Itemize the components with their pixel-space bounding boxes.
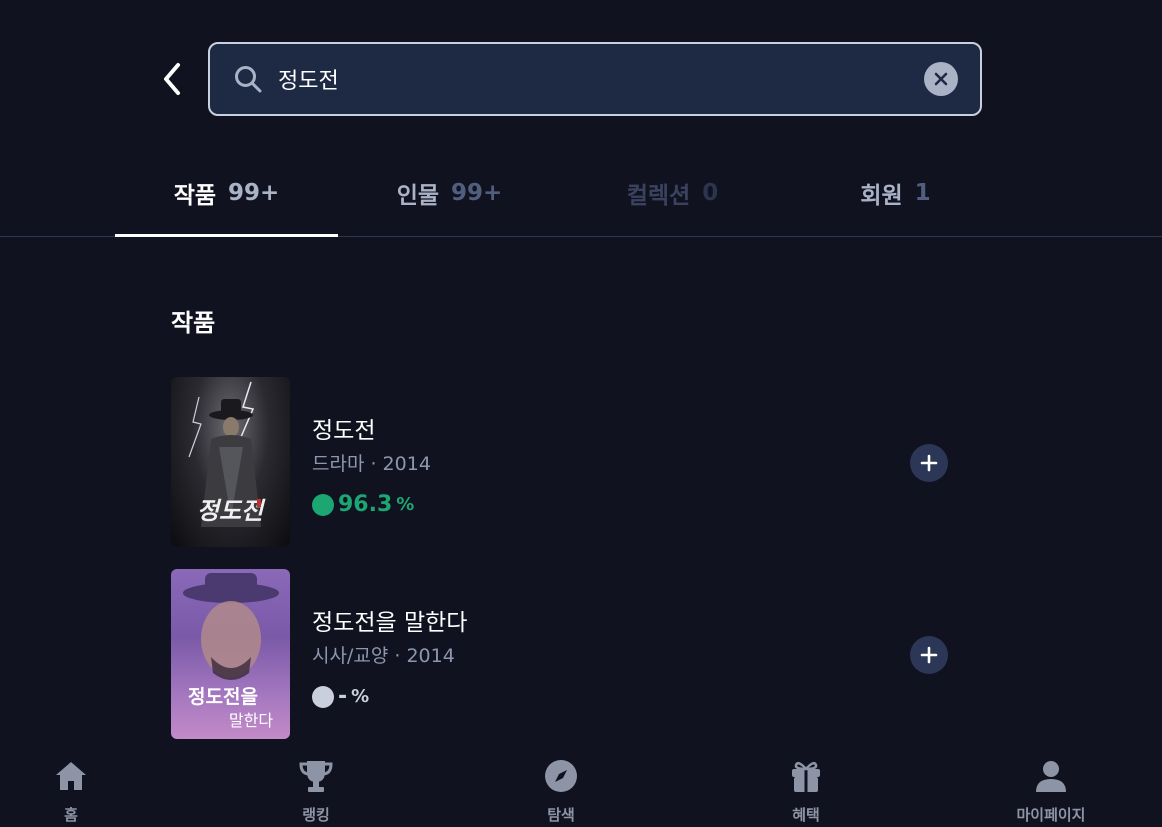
poster-title-text: 정도전 bbox=[197, 496, 266, 525]
bottom-navigation: 홈 랭킹 탐색 혜택 마이페이지 bbox=[0, 748, 1162, 827]
close-icon bbox=[934, 72, 948, 86]
home-icon bbox=[54, 756, 88, 796]
nav-home-label: 홈 bbox=[64, 806, 78, 824]
plus-icon bbox=[920, 454, 938, 472]
item-title: 정도전 bbox=[312, 418, 376, 444]
trophy-icon bbox=[298, 756, 334, 796]
poster-image: 정도전을 말한다 bbox=[171, 569, 290, 739]
nav-ranking-label: 랭킹 bbox=[302, 806, 330, 824]
nav-explore[interactable]: 탐색 bbox=[501, 756, 621, 825]
tab-members-label: 회원 bbox=[860, 183, 903, 209]
tab-works[interactable]: 작품 99+ bbox=[115, 150, 338, 236]
score-unit: % bbox=[396, 494, 415, 515]
item-title: 정도전을 말한다 bbox=[312, 610, 468, 636]
score-indicator-dot bbox=[312, 685, 334, 708]
list-item[interactable]: 정도전을 말한다 정도전을 말한다 시사/교양 · 2014 - % bbox=[171, 569, 951, 741]
compass-icon bbox=[543, 756, 579, 796]
nav-ranking[interactable]: 랭킹 bbox=[256, 756, 376, 825]
poster-subtitle-text: 말한다 bbox=[229, 711, 273, 730]
list-item[interactable]: 정도전 정도전 드라마 · 2014 96.3 % bbox=[171, 377, 951, 549]
tab-collections-label: 컬렉션 bbox=[626, 183, 691, 209]
add-button[interactable] bbox=[910, 444, 948, 482]
nav-explore-label: 탐색 bbox=[547, 806, 575, 824]
item-meta: 시사/교양 · 2014 bbox=[312, 645, 455, 667]
person-icon bbox=[1033, 756, 1069, 796]
nav-mypage-label: 마이페이지 bbox=[1016, 806, 1086, 824]
active-tab-indicator bbox=[115, 234, 338, 237]
nav-benefits-label: 혜택 bbox=[792, 806, 820, 824]
score-value: - bbox=[338, 684, 348, 709]
tab-works-label: 작품 bbox=[173, 183, 217, 209]
search-results-page: 작품 99+ 인물 99+ 컬렉션 0 회원 1 작품 bbox=[0, 0, 1162, 827]
tab-members-count: 1 bbox=[914, 180, 931, 206]
clear-search-button[interactable] bbox=[924, 62, 958, 96]
back-button[interactable] bbox=[154, 58, 190, 100]
nav-mypage[interactable]: 마이페이지 bbox=[991, 756, 1111, 825]
score-indicator-dot bbox=[312, 493, 334, 516]
score-value: 96.3 bbox=[338, 492, 393, 517]
item-score: 96.3 % bbox=[312, 492, 414, 517]
search-icon bbox=[232, 63, 264, 95]
poster-image: 정도전 bbox=[171, 377, 290, 547]
poster-title-text: 정도전을 bbox=[188, 686, 258, 708]
tab-people[interactable]: 인물 99+ bbox=[338, 150, 561, 236]
search-input[interactable] bbox=[278, 66, 924, 92]
search-bar[interactable] bbox=[208, 42, 982, 116]
gift-icon bbox=[788, 756, 824, 796]
tab-members[interactable]: 회원 1 bbox=[784, 150, 1007, 236]
result-tabs: 작품 99+ 인물 99+ 컬렉션 0 회원 1 bbox=[0, 150, 1162, 237]
item-score: - % bbox=[312, 684, 369, 709]
tab-collections[interactable]: 컬렉션 0 bbox=[561, 150, 784, 236]
plus-icon bbox=[920, 646, 938, 664]
tab-people-label: 인물 bbox=[396, 183, 440, 209]
score-unit: % bbox=[351, 686, 370, 707]
section-title: 작품 bbox=[171, 309, 216, 337]
tab-collections-count: 0 bbox=[702, 180, 719, 206]
chevron-left-icon bbox=[164, 63, 180, 95]
tab-works-count: 99+ bbox=[228, 180, 280, 206]
item-meta: 드라마 · 2014 bbox=[312, 453, 431, 475]
tab-people-count: 99+ bbox=[451, 180, 503, 206]
add-button[interactable] bbox=[910, 636, 948, 674]
nav-home[interactable]: 홈 bbox=[11, 756, 131, 825]
nav-benefits[interactable]: 혜택 bbox=[746, 756, 866, 825]
